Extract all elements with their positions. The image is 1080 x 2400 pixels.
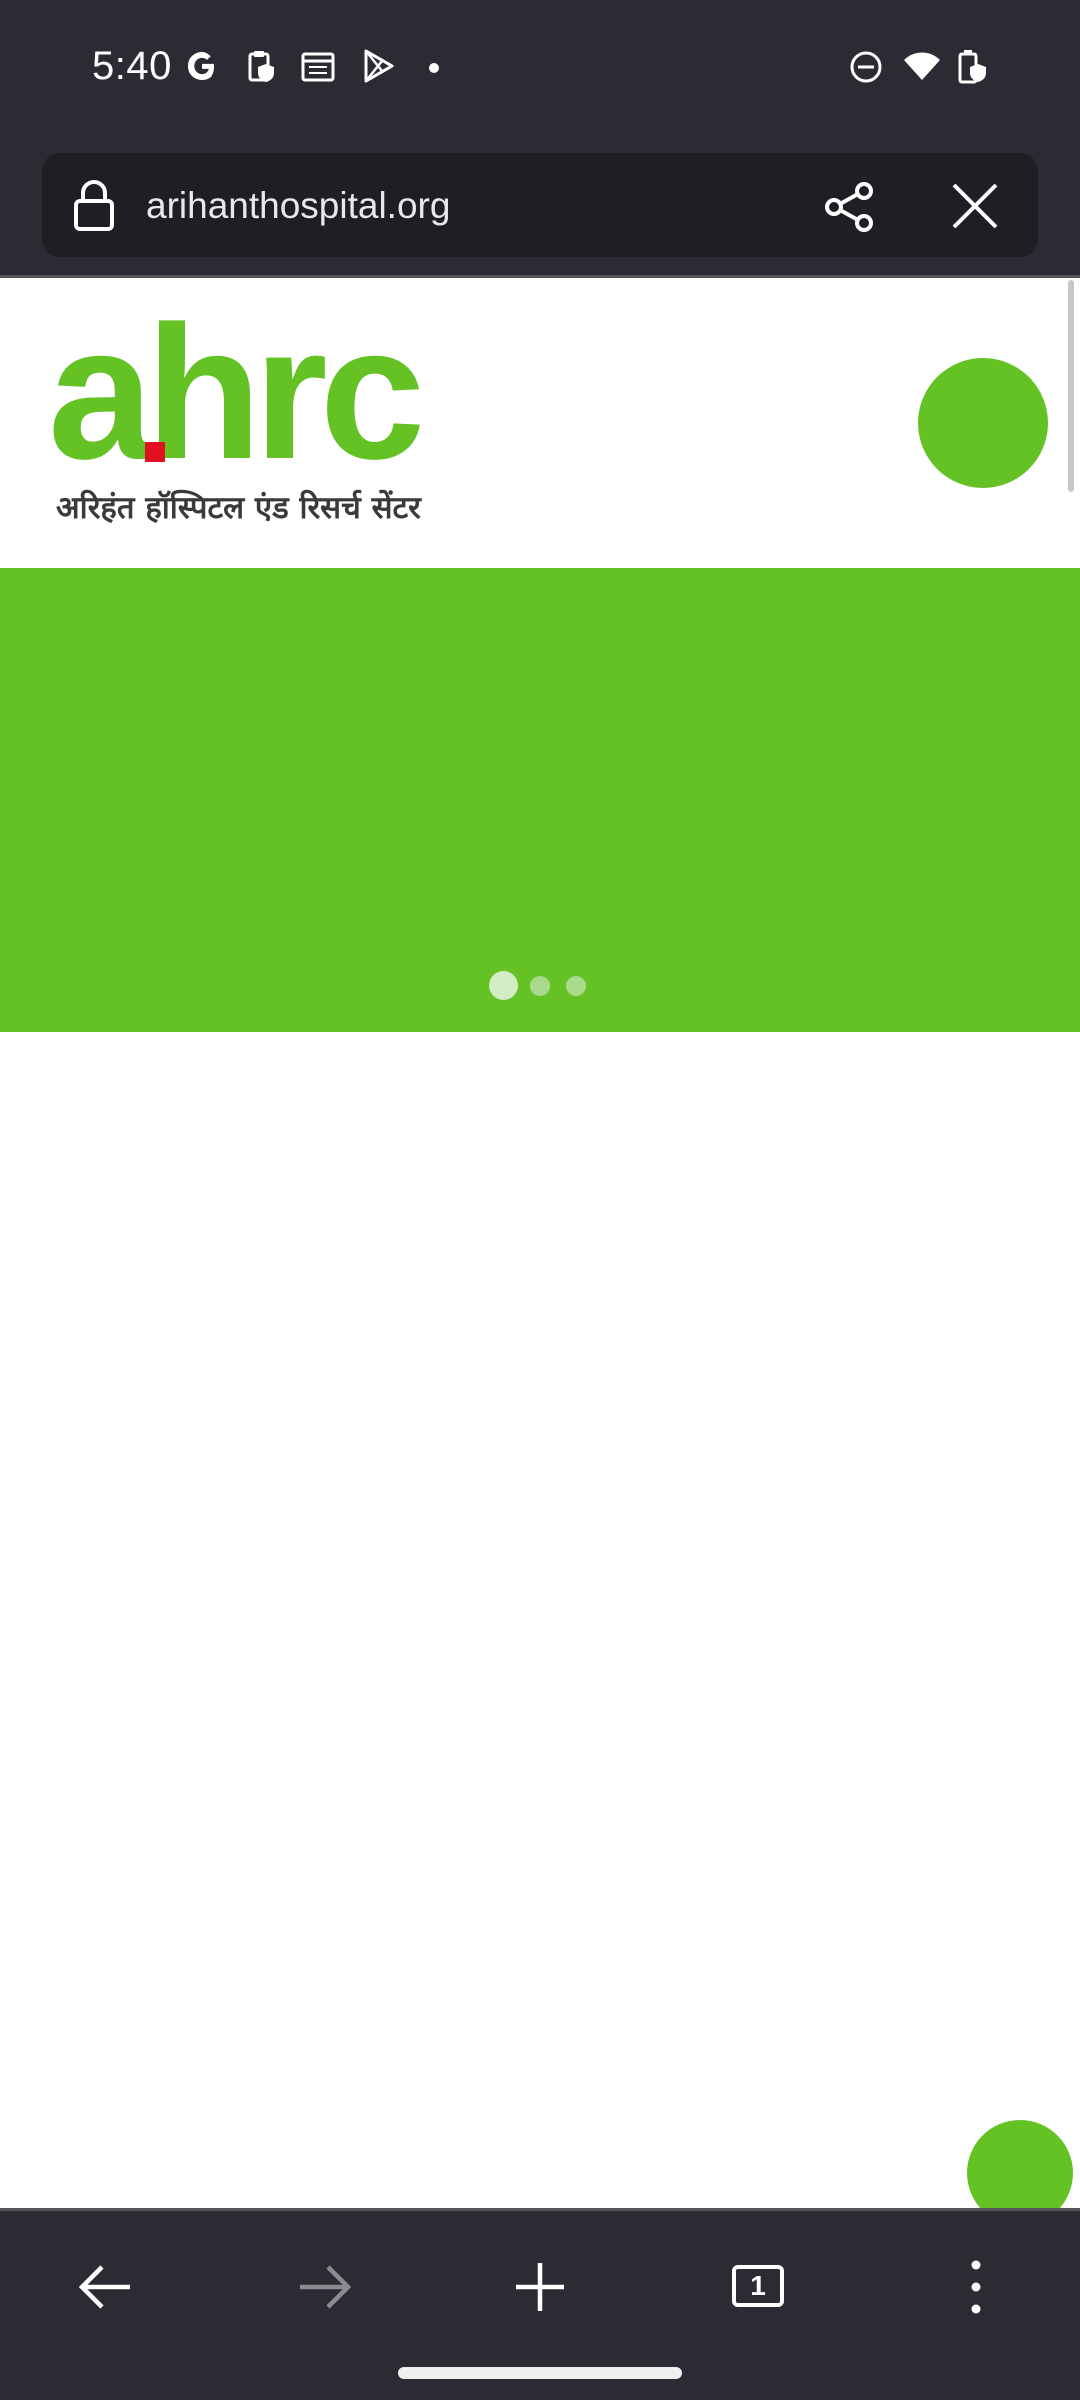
calendar-icon [301, 52, 335, 82]
home-indicator[interactable] [398, 2367, 682, 2379]
back-icon[interactable] [70, 2251, 142, 2323]
google-g-icon [188, 52, 214, 80]
do-not-disturb-icon [850, 51, 882, 83]
play-store-icon [364, 49, 394, 83]
web-page: ahrc अरिहंत हॉस्पिटल एंड रिसर्च सेंटर [0, 278, 1080, 2208]
tab-switcher-icon[interactable]: 1 [722, 2251, 794, 2323]
logo-text: ahrc [48, 318, 421, 499]
lock-icon[interactable] [72, 177, 116, 233]
page-scrollbar[interactable] [1068, 280, 1074, 492]
notification-dot-icon [429, 63, 439, 73]
status-time: 5:40 [92, 44, 172, 88]
menu-button[interactable] [918, 358, 1048, 488]
wifi-icon [904, 52, 940, 80]
url-text[interactable]: arihanthospital.org [146, 185, 450, 227]
share-icon[interactable] [820, 177, 880, 237]
browser-bottom-bar: 1 [0, 2208, 1080, 2400]
carousel-dot-2[interactable] [530, 976, 550, 996]
url-bar[interactable]: arihanthospital.org [42, 153, 1038, 257]
status-bar: 5:40 [0, 0, 1080, 140]
custom-tab-toolbar: arihanthospital.org [0, 140, 1080, 278]
new-tab-icon[interactable] [504, 2251, 576, 2323]
carousel-dot-1-active[interactable] [489, 971, 518, 1000]
hero-carousel[interactable] [0, 568, 1080, 1032]
tab-count[interactable]: 1 [732, 2265, 784, 2307]
battery-charging-icon [958, 50, 986, 84]
site-header: ahrc अरिहंत हॉस्पिटल एंड रिसर्च सेंटर [0, 278, 1080, 568]
forward-icon[interactable] [288, 2251, 360, 2323]
close-icon[interactable] [948, 179, 1002, 233]
carousel-dot-3[interactable] [566, 976, 586, 996]
logo-accent-square [145, 442, 165, 462]
more-menu-icon[interactable] [940, 2251, 1012, 2323]
logo-hindi-tagline: अरिहंत हॉस्पिटल एंड रिसर्च सेंटर [56, 490, 421, 526]
floating-action-button[interactable] [967, 2120, 1073, 2208]
clipboard-shield-icon [248, 51, 274, 82]
carousel-indicators [0, 968, 1080, 1004]
